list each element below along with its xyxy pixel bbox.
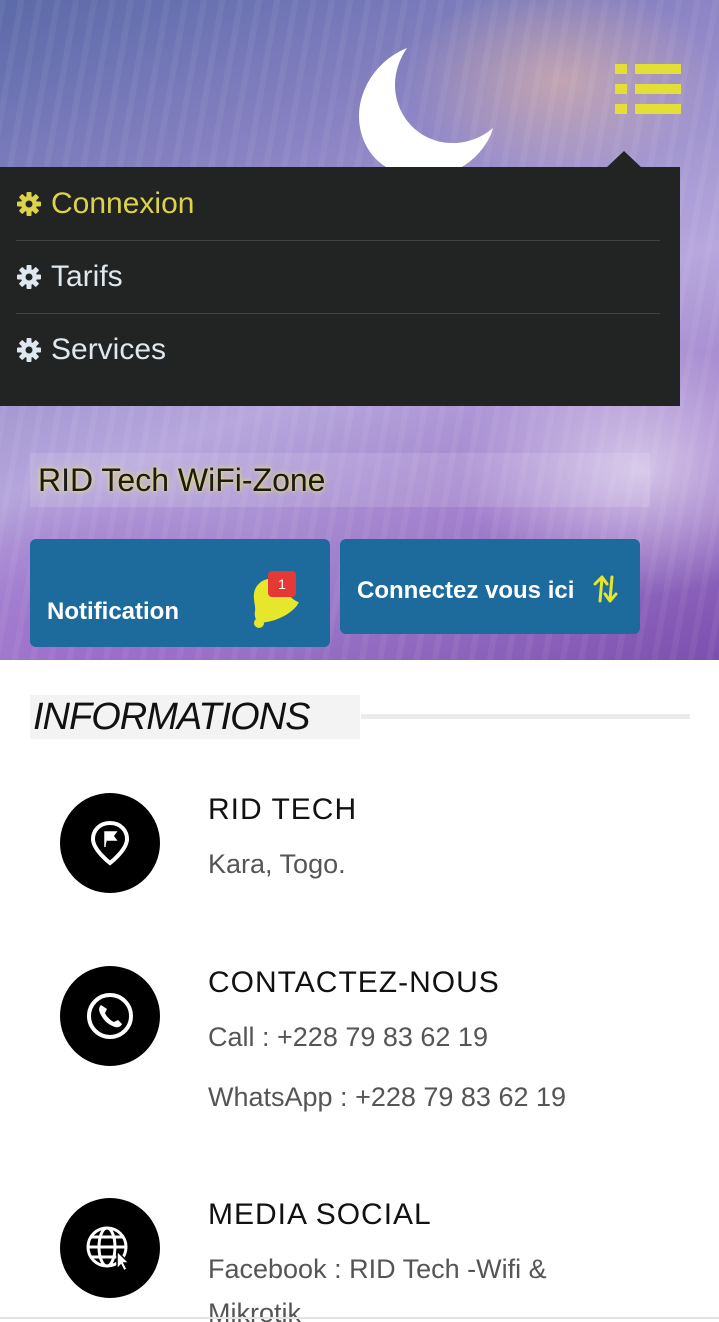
- location-icon-circle: [60, 793, 160, 893]
- social-icon-circle: [60, 1198, 160, 1298]
- globe-cursor-icon: [86, 1226, 131, 1273]
- menu-item-label: Tarifs: [51, 260, 123, 293]
- menu-toggle-button[interactable]: [615, 64, 681, 116]
- connect-label: Connectez vous ici: [357, 577, 575, 604]
- page-bottom-divider: [0, 1317, 719, 1319]
- gear-icon: [17, 191, 41, 216]
- map-pin-flag-icon: [90, 820, 130, 866]
- facebook-link[interactable]: RID Tech -Wifi &: [349, 1254, 547, 1284]
- contact-whatsapp[interactable]: WhatsApp : +228 79 83 62 19: [208, 1082, 566, 1113]
- company-title: RID TECH: [208, 793, 358, 826]
- company-address: Kara, Togo.: [208, 849, 346, 879]
- menu-item-connexion[interactable]: Connexion: [16, 167, 660, 240]
- social-title: MEDIA SOCIAL: [208, 1198, 432, 1231]
- phone-icon-circle: [60, 966, 160, 1066]
- menu-item-services[interactable]: Services: [16, 313, 660, 386]
- notification-button[interactable]: Notification 1: [30, 539, 330, 647]
- facebook-prefix: Facebook :: [208, 1254, 350, 1284]
- contact-call[interactable]: Call : +228 79 83 62 19: [208, 1022, 488, 1053]
- menu-item-label: Connexion: [51, 186, 195, 220]
- gear-icon: [17, 338, 41, 362]
- notification-label: Notification: [47, 598, 179, 625]
- menu-item-label: Services: [51, 333, 167, 366]
- heading-divider: [361, 714, 690, 719]
- facebook-line: Facebook : RID Tech -Wifi &: [208, 1254, 547, 1285]
- informations-heading: INFORMATIONS: [30, 695, 360, 739]
- gear-icon: [17, 265, 41, 289]
- menu-item-tarifs[interactable]: Tarifs: [16, 240, 660, 313]
- dropdown-caret: [606, 151, 642, 168]
- contact-title: CONTACTEZ-NOUS: [208, 966, 500, 999]
- dropdown-menu: Connexion Tarifs Services: [0, 167, 680, 406]
- page-title: RID Tech WiFi-Zone: [30, 453, 650, 507]
- notification-count-badge: 1: [268, 571, 296, 597]
- swap-arrows-icon: [593, 575, 618, 603]
- phone-icon: [87, 993, 133, 1039]
- connect-button[interactable]: Connectez vous ici: [340, 539, 640, 634]
